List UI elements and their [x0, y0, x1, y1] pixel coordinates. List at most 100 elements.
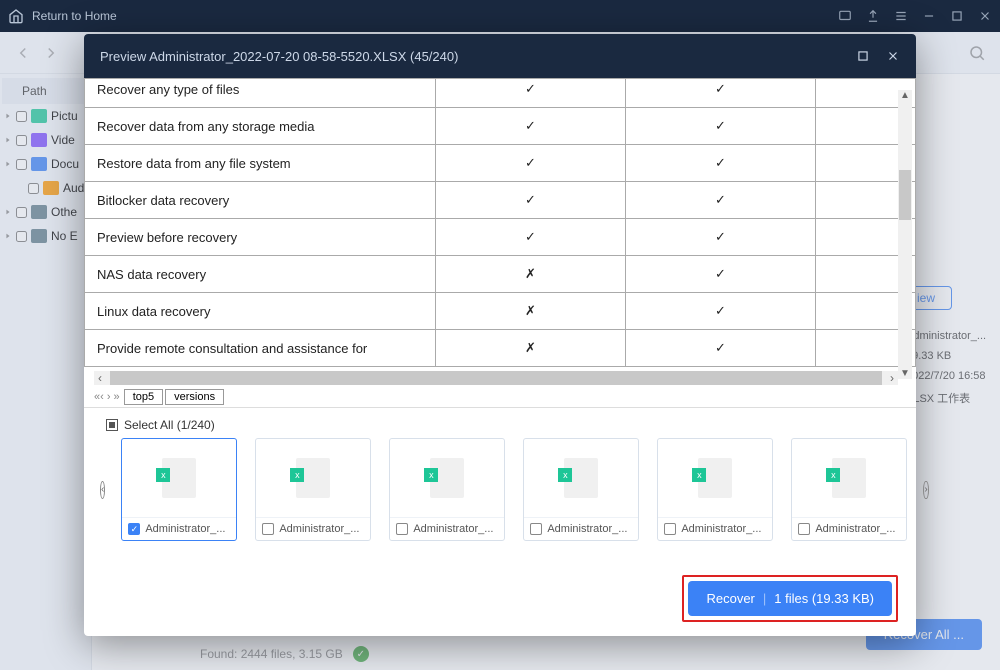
chat-icon[interactable] — [838, 9, 852, 23]
doc-icon: x — [162, 458, 196, 498]
recover-bar: Recover | 1 files (19.33 KB) — [84, 561, 916, 636]
thumbs-next-icon[interactable]: › — [923, 481, 928, 499]
home-icon[interactable] — [8, 8, 24, 24]
recover-info: 1 files (19.33 KB) — [774, 591, 874, 606]
row-col2: ✓ — [626, 108, 816, 145]
thumb-checkbox[interactable] — [530, 523, 542, 535]
thumb-label-row: Administrator_... — [524, 517, 638, 540]
doc-icon: x — [832, 458, 866, 498]
modal-title-text: Preview Administrator_2022-07-20 08-58-5… — [100, 49, 458, 64]
thumb-label-row: Administrator_... — [792, 517, 906, 540]
row-col2: ✓ — [626, 330, 816, 367]
thumb-filename: Administrator_... — [413, 523, 493, 535]
select-all-label: Select All (1/240) — [124, 418, 215, 432]
preview-modal: Preview Administrator_2022-07-20 08-58-5… — [84, 34, 916, 636]
minimize-icon[interactable] — [922, 9, 936, 23]
row-col1: ✗ — [436, 293, 626, 330]
thumb-checkbox[interactable] — [798, 523, 810, 535]
doc-icon: x — [296, 458, 330, 498]
sheet-tab-top5[interactable]: top5 — [124, 389, 163, 405]
thumbnail[interactable]: x Administrator_... — [657, 438, 773, 541]
thumb-preview: x — [122, 439, 236, 517]
select-all-row[interactable]: Select All (1/240) — [84, 408, 916, 438]
horizontal-scrollbar[interactable]: ‹› — [94, 371, 898, 385]
xlsx-badge-icon: x — [290, 468, 304, 482]
row-label: Restore data from any file system — [85, 145, 436, 182]
thumbnail[interactable]: x Administrator_... — [121, 438, 237, 541]
thumbnail[interactable]: x Administrator_... — [389, 438, 505, 541]
doc-icon: x — [430, 458, 464, 498]
preview-area: Recover any type of files ✓ ✓ Recover da… — [84, 78, 916, 408]
xlsx-badge-icon: x — [692, 468, 706, 482]
thumb-preview: x — [524, 439, 638, 517]
vertical-scrollbar[interactable]: ▲▼ — [898, 90, 912, 379]
table-row: Recover data from any storage media ✓ ✓ — [85, 108, 916, 145]
thumb-preview: x — [256, 439, 370, 517]
spreadsheet-table: Recover any type of files ✓ ✓ Recover da… — [84, 78, 916, 367]
select-all-checkbox[interactable] — [106, 419, 118, 431]
menu-icon[interactable] — [894, 9, 908, 23]
row-label: NAS data recovery — [85, 256, 436, 293]
recover-highlight: Recover | 1 files (19.33 KB) — [682, 575, 898, 622]
row-label: Provide remote consultation and assistan… — [85, 330, 436, 367]
modal-titlebar: Preview Administrator_2022-07-20 08-58-5… — [84, 34, 916, 78]
xlsx-badge-icon: x — [156, 468, 170, 482]
row-col2: ✓ — [626, 256, 816, 293]
row-col1: ✗ — [436, 256, 626, 293]
row-col2: ✓ — [626, 79, 816, 108]
row-col1: ✓ — [436, 182, 626, 219]
xlsx-badge-icon: x — [424, 468, 438, 482]
row-label: Recover any type of files — [85, 79, 436, 108]
thumb-filename: Administrator_... — [547, 523, 627, 535]
thumbs-prev-icon[interactable]: ‹ — [100, 481, 105, 499]
thumb-preview: x — [390, 439, 504, 517]
table-row: Bitlocker data recovery ✓ ✓ — [85, 182, 916, 219]
row-col2: ✓ — [626, 182, 816, 219]
thumb-label-row: Administrator_... — [122, 517, 236, 540]
thumb-filename: Administrator_... — [279, 523, 359, 535]
doc-icon: x — [698, 458, 732, 498]
thumbnail[interactable]: x Administrator_... — [255, 438, 371, 541]
table-row: Recover any type of files ✓ ✓ — [85, 79, 916, 108]
row-col1: ✓ — [436, 79, 626, 108]
row-col2: ✓ — [626, 293, 816, 330]
doc-icon: x — [564, 458, 598, 498]
thumb-checkbox[interactable] — [396, 523, 408, 535]
thumb-filename: Administrator_... — [681, 523, 761, 535]
row-col2: ✓ — [626, 145, 816, 182]
close-icon[interactable] — [978, 9, 992, 23]
row-col1: ✓ — [436, 145, 626, 182]
share-icon[interactable] — [866, 9, 880, 23]
xlsx-badge-icon: x — [558, 468, 572, 482]
table-row: NAS data recovery ✗ ✓ — [85, 256, 916, 293]
thumb-preview: x — [658, 439, 772, 517]
thumbnails-row: ‹ x Administrator_... x Administrator_..… — [84, 438, 916, 541]
titlebar: Return to Home — [0, 0, 1000, 32]
thumb-checkbox[interactable] — [128, 523, 140, 535]
thumbnail[interactable]: x Administrator_... — [523, 438, 639, 541]
row-label: Bitlocker data recovery — [85, 182, 436, 219]
thumb-checkbox[interactable] — [664, 523, 676, 535]
sheet-nav[interactable]: «‹ › » — [92, 391, 122, 403]
thumb-label-row: Administrator_... — [256, 517, 370, 540]
thumb-checkbox[interactable] — [262, 523, 274, 535]
recover-button[interactable]: Recover | 1 files (19.33 KB) — [688, 581, 892, 616]
row-label: Recover data from any storage media — [85, 108, 436, 145]
modal-maximize-icon[interactable] — [856, 49, 870, 63]
sheet-tab-versions[interactable]: versions — [165, 389, 224, 405]
row-label: Preview before recovery — [85, 219, 436, 256]
row-col2: ✓ — [626, 219, 816, 256]
thumb-filename: Administrator_... — [815, 523, 895, 535]
home-label[interactable]: Return to Home — [32, 9, 117, 23]
xlsx-badge-icon: x — [826, 468, 840, 482]
thumb-label-row: Administrator_... — [658, 517, 772, 540]
thumb-filename: Administrator_... — [145, 523, 225, 535]
thumbnail[interactable]: x Administrator_... — [791, 438, 907, 541]
table-row: Provide remote consultation and assistan… — [85, 330, 916, 367]
modal-close-icon[interactable] — [886, 49, 900, 63]
sheet-tabs: «‹ › » top5 versions — [92, 389, 224, 405]
maximize-icon[interactable] — [950, 9, 964, 23]
row-col1: ✗ — [436, 330, 626, 367]
row-label: Linux data recovery — [85, 293, 436, 330]
row-col1: ✓ — [436, 108, 626, 145]
